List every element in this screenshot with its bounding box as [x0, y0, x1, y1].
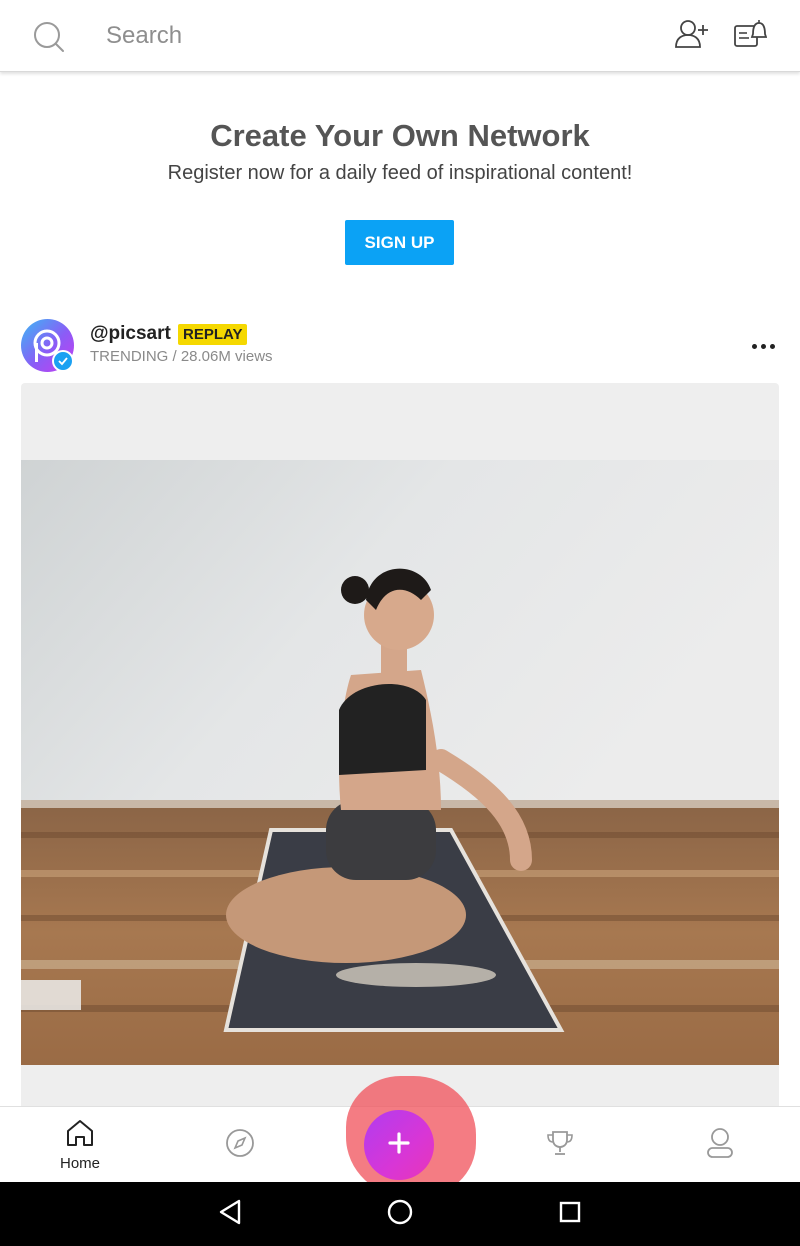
- system-navigation-bar: [0, 1182, 800, 1246]
- system-back-button[interactable]: [200, 1182, 260, 1246]
- post-meta: TRENDING / 28.06M views: [90, 348, 273, 365]
- plus-icon: [386, 1130, 412, 1161]
- notifications-icon: [733, 18, 768, 55]
- profile-icon: [705, 1127, 735, 1164]
- sign-up-button[interactable]: SIGN UP: [345, 220, 454, 265]
- nav-challenges[interactable]: [520, 1107, 600, 1183]
- top-bar: [0, 0, 800, 72]
- search-icon[interactable]: [32, 20, 66, 54]
- nav-home-label: Home: [59, 1155, 100, 1172]
- verified-icon: [52, 350, 74, 372]
- recents-square-icon: [557, 1199, 583, 1230]
- notifications-button[interactable]: [728, 16, 772, 56]
- system-recents-button[interactable]: [540, 1182, 600, 1246]
- more-icon: [751, 343, 757, 349]
- post-username[interactable]: @picsart: [90, 323, 171, 345]
- nav-home[interactable]: Home: [40, 1107, 120, 1183]
- more-options-button[interactable]: [746, 334, 780, 358]
- home-circle-icon: [386, 1198, 414, 1231]
- replay-badge: REPLAY: [178, 324, 248, 345]
- add-user-icon: [673, 19, 711, 54]
- trophy-icon: [545, 1128, 575, 1163]
- system-home-button[interactable]: [370, 1182, 430, 1246]
- back-triangle-icon: [217, 1198, 243, 1231]
- promo-title: Create Your Own Network: [210, 118, 590, 153]
- search-input[interactable]: [106, 18, 586, 54]
- compass-icon: [225, 1128, 255, 1163]
- nav-explore[interactable]: [200, 1107, 280, 1183]
- nav-profile[interactable]: [680, 1107, 760, 1183]
- add-user-button[interactable]: [670, 16, 714, 56]
- create-button[interactable]: [364, 1110, 434, 1180]
- home-icon: [65, 1118, 95, 1153]
- promo-subtitle: Register now for a daily feed of inspira…: [167, 162, 633, 184]
- post-image[interactable]: [21, 460, 779, 1065]
